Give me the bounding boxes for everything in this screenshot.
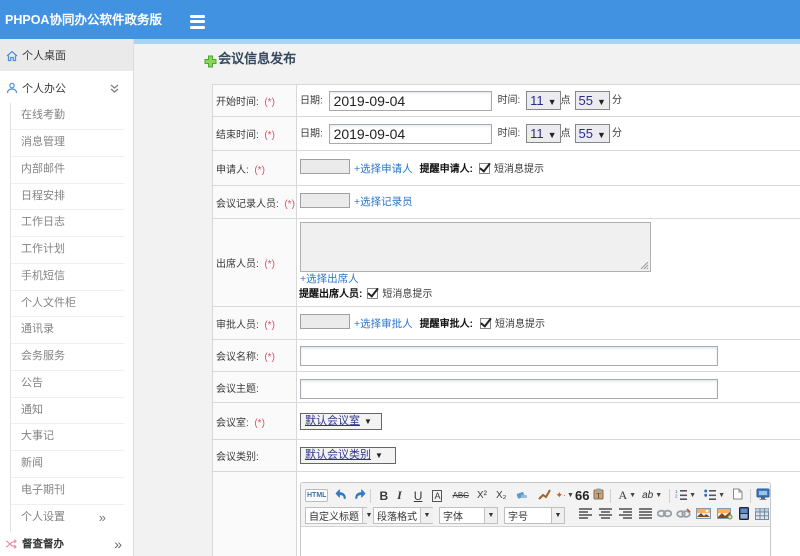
svg-text:T: T [597, 492, 602, 500]
svg-text:2: 2 [675, 493, 678, 498]
